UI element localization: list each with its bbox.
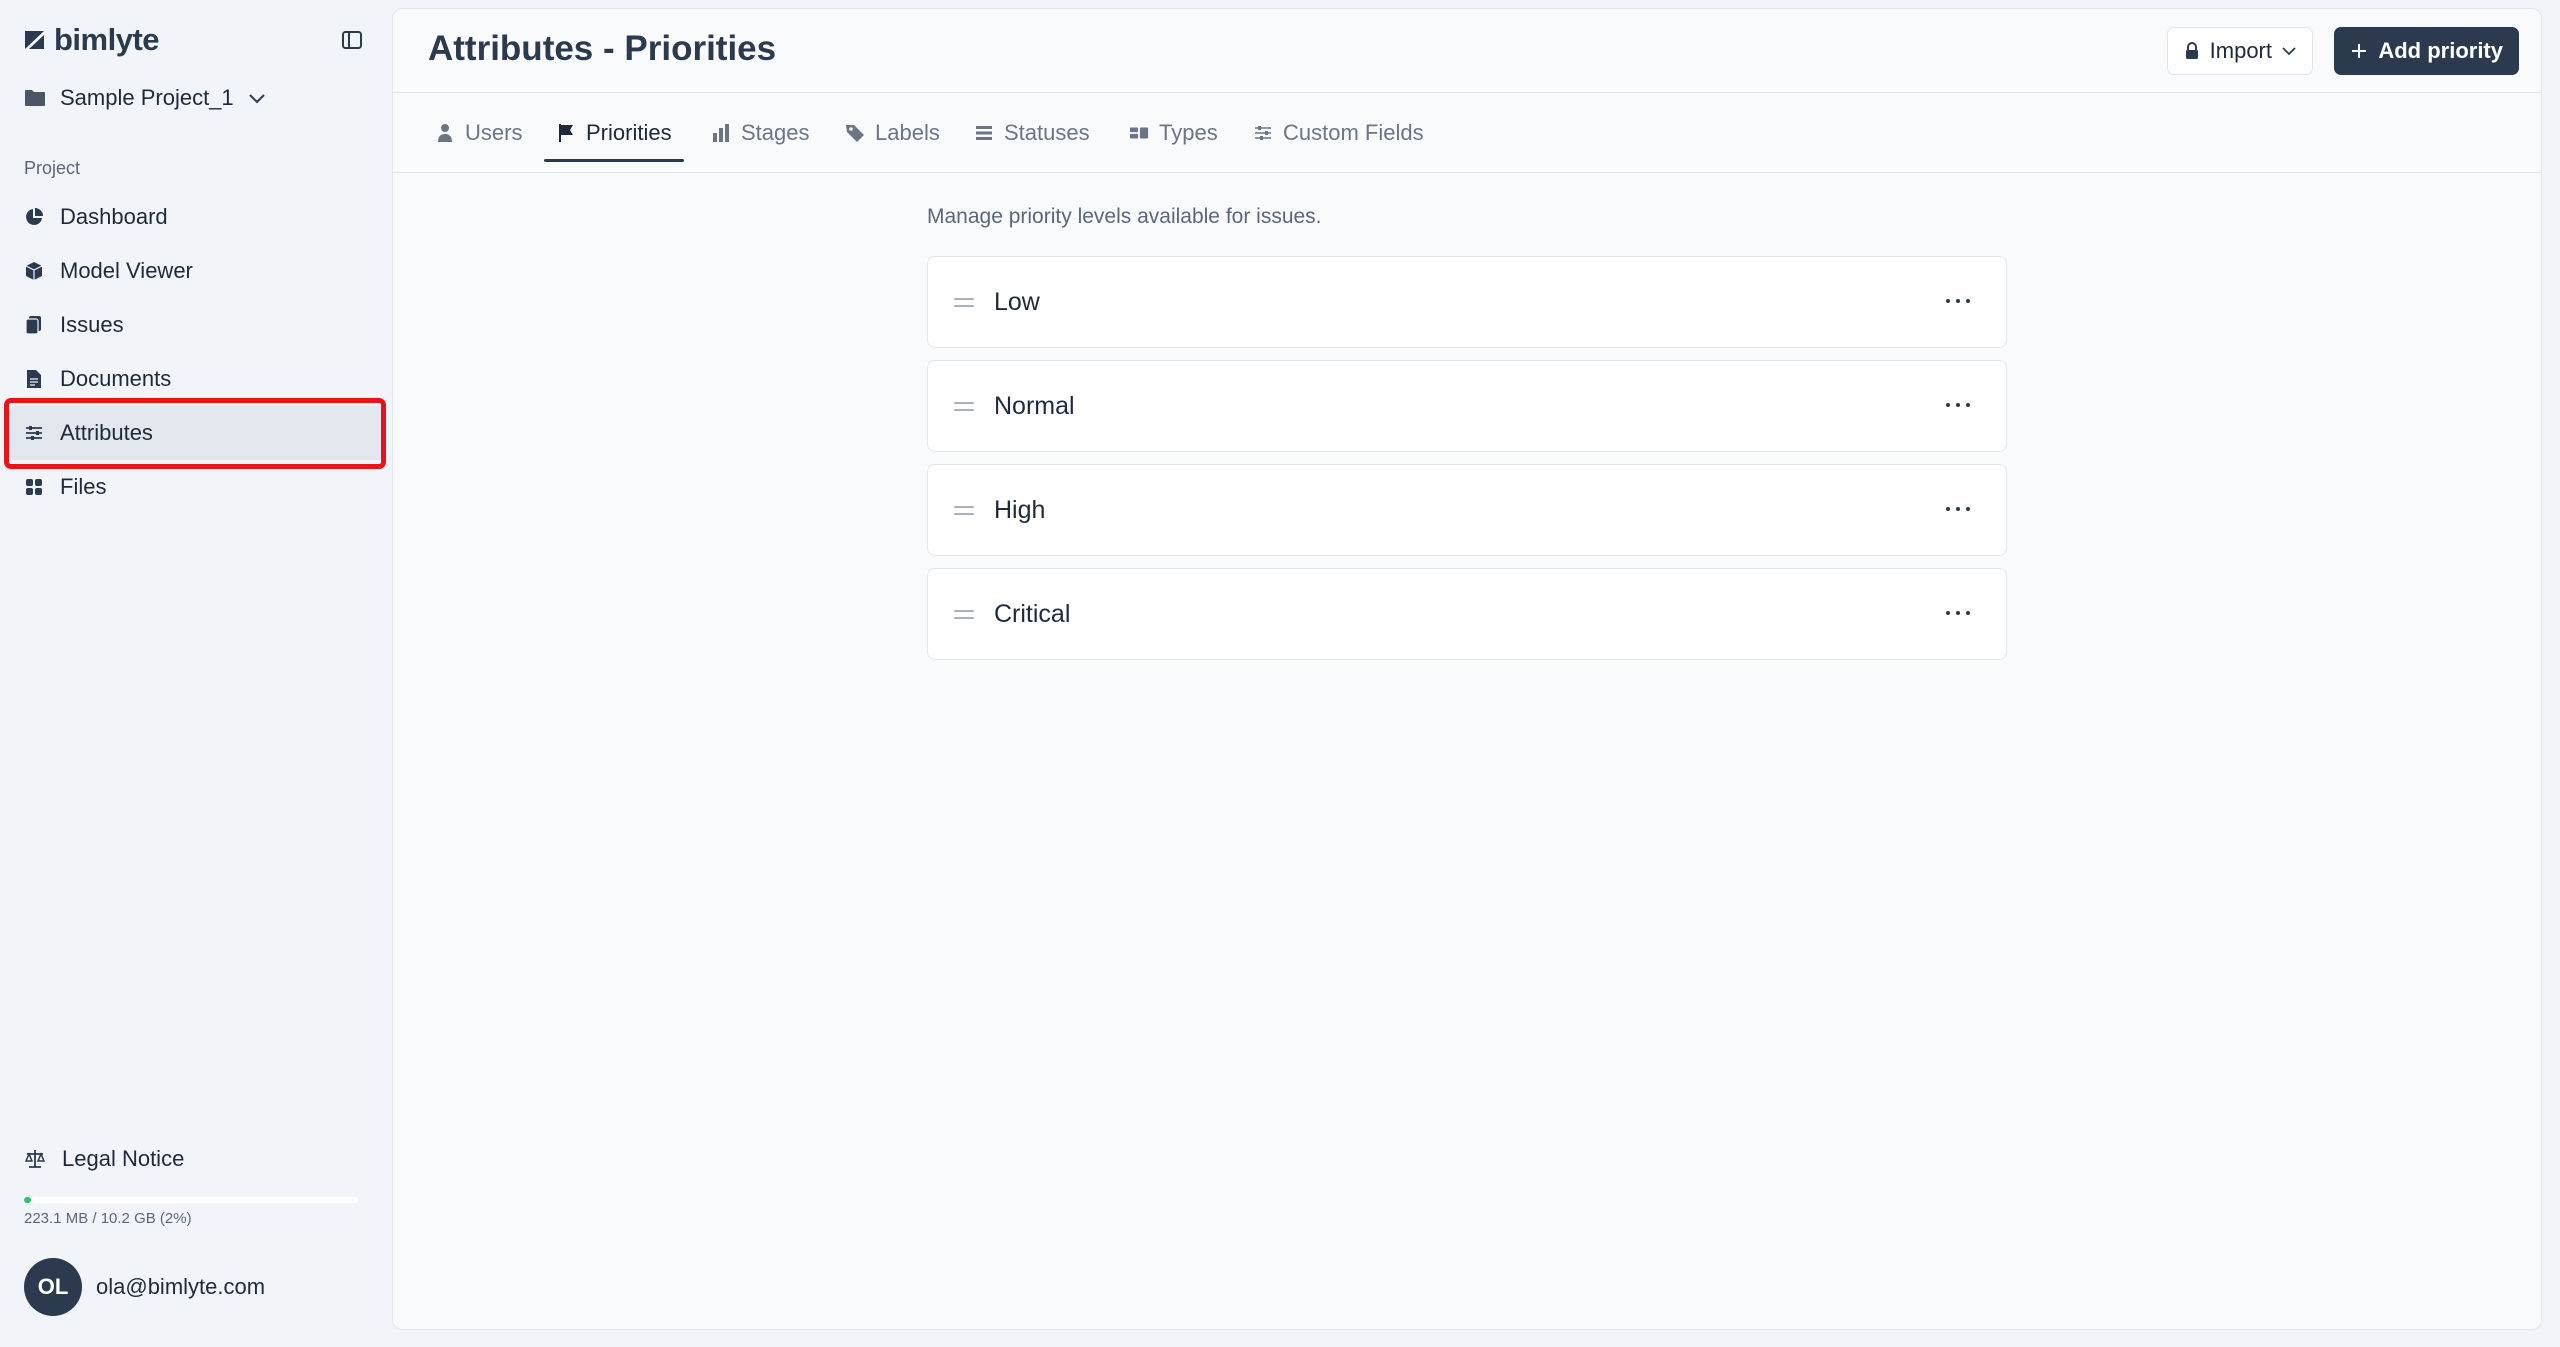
- priority-row[interactable]: High: [927, 464, 2007, 556]
- tab-label: Custom Fields: [1283, 120, 1424, 145]
- more-options-icon[interactable]: [1946, 395, 1970, 415]
- tab-priorities[interactable]: Priorities: [544, 107, 684, 162]
- user-email: ola@bimlyte.com: [96, 1274, 266, 1299]
- drag-handle-icon[interactable]: [954, 401, 974, 411]
- chevron-down-icon: [248, 94, 265, 104]
- section-label: Project: [24, 158, 81, 178]
- sidebar-item-model-viewer[interactable]: Model Viewer: [8, 244, 384, 298]
- list-icon: [974, 123, 994, 143]
- project-selector[interactable]: Sample Project_1: [24, 78, 266, 118]
- grid-icon: [24, 477, 44, 497]
- user-menu[interactable]: OL ola@bimlyte.com: [24, 1258, 265, 1316]
- tab-label: Labels: [875, 120, 940, 145]
- storage-progress-fill: [24, 1197, 31, 1203]
- tab-label: Statuses: [1004, 120, 1090, 145]
- drag-handle-icon[interactable]: [954, 297, 974, 307]
- chevron-down-icon: [2282, 47, 2296, 56]
- storage-progress-bar: [24, 1197, 358, 1203]
- priority-label: Normal: [994, 391, 1075, 420]
- more-options-icon[interactable]: [1946, 499, 1970, 519]
- sidebar-item-dashboard[interactable]: Dashboard: [8, 190, 384, 244]
- storage-usage-text: 223.1 MB / 10.2 GB (2%): [24, 1210, 192, 1227]
- sidebar-item-label: Dashboard: [60, 204, 168, 229]
- avatar: OL: [24, 1258, 82, 1316]
- tab-statuses[interactable]: Statuses: [974, 107, 1090, 159]
- priority-row[interactable]: Low: [927, 256, 2007, 348]
- main-panel: Attributes - Priorities Import Add prior…: [392, 8, 2542, 1330]
- drag-handle-icon[interactable]: [954, 609, 974, 619]
- tab-label: Priorities: [586, 120, 672, 145]
- cube-icon: [24, 261, 44, 281]
- project-name: Sample Project_1: [60, 85, 234, 110]
- add-priority-label: Add priority: [2378, 38, 2503, 63]
- folder-icon: [25, 90, 45, 106]
- sidebar-item-label: Files: [60, 474, 107, 499]
- clipboard-icon: [24, 315, 44, 335]
- priority-label: High: [994, 495, 1046, 524]
- tab-stages[interactable]: Stages: [711, 107, 810, 159]
- pie-chart-icon: [24, 207, 44, 227]
- tab-label: Users: [465, 120, 523, 145]
- more-options-icon[interactable]: [1946, 603, 1970, 623]
- legal-notice-label: Legal Notice: [62, 1146, 185, 1171]
- sidebar-item-files[interactable]: Files: [8, 460, 384, 514]
- page-header: Attributes - Priorities Import Add prior…: [393, 9, 2541, 93]
- logo[interactable]: bimlyte: [22, 22, 160, 58]
- sidebar-item-label: Issues: [60, 312, 124, 337]
- page-title: Attributes - Priorities: [428, 29, 777, 68]
- logo-row: bimlyte: [22, 20, 368, 60]
- sidebar-item-issues[interactable]: Issues: [8, 298, 384, 352]
- sidebar-nav: Dashboard Model Viewer Issues Documents …: [0, 190, 392, 514]
- sliders-icon: [1253, 123, 1273, 143]
- tag-icon: [845, 123, 865, 143]
- attribute-tabs: Users Priorities Stages Labels Statuses: [393, 93, 2541, 173]
- legal-notice-link[interactable]: Legal Notice: [24, 1146, 184, 1172]
- tab-types[interactable]: Types: [1129, 107, 1218, 159]
- import-button-label: Import: [2209, 38, 2272, 63]
- tab-label: Types: [1159, 120, 1218, 145]
- sidebar: bimlyte Sample Project_1 Project Dashboa…: [0, 0, 392, 1347]
- sidebar-item-label: Documents: [60, 366, 172, 391]
- sidebar-item-attributes[interactable]: Attributes: [8, 406, 384, 460]
- drag-handle-icon[interactable]: [954, 505, 974, 515]
- tab-label: Stages: [741, 120, 810, 145]
- sidebar-toggle-icon: [342, 31, 362, 49]
- sidebar-toggle-button[interactable]: [336, 24, 368, 56]
- flag-icon: [556, 123, 576, 143]
- import-button[interactable]: Import: [2166, 27, 2313, 75]
- types-icon: [1129, 123, 1149, 143]
- logo-text: bimlyte: [54, 22, 160, 57]
- priority-list: Low Normal High Critical: [927, 256, 2007, 672]
- priority-row[interactable]: Normal: [927, 360, 2007, 452]
- sidebar-item-documents[interactable]: Documents: [8, 352, 384, 406]
- plus-icon: [2352, 44, 2367, 58]
- priority-label: Critical: [994, 599, 1071, 628]
- sidebar-item-label: Attributes: [60, 420, 153, 445]
- tab-labels[interactable]: Labels: [845, 107, 940, 159]
- logo-icon: [25, 31, 44, 49]
- bar-chart-icon: [711, 123, 731, 143]
- page-description: Manage priority levels available for iss…: [927, 205, 1322, 228]
- priority-row[interactable]: Critical: [927, 568, 2007, 660]
- user-icon: [435, 123, 455, 143]
- tab-users[interactable]: Users: [435, 107, 522, 159]
- more-options-icon[interactable]: [1946, 291, 1970, 311]
- tab-custom-fields[interactable]: Custom Fields: [1253, 107, 1424, 159]
- sliders-icon: [24, 423, 44, 443]
- document-icon: [24, 369, 44, 389]
- lock-icon: [2185, 42, 2198, 59]
- sidebar-item-label: Model Viewer: [60, 258, 193, 283]
- priority-label: Low: [994, 287, 1040, 316]
- scale-icon: [24, 1150, 46, 1168]
- add-priority-button[interactable]: Add priority: [2334, 27, 2519, 75]
